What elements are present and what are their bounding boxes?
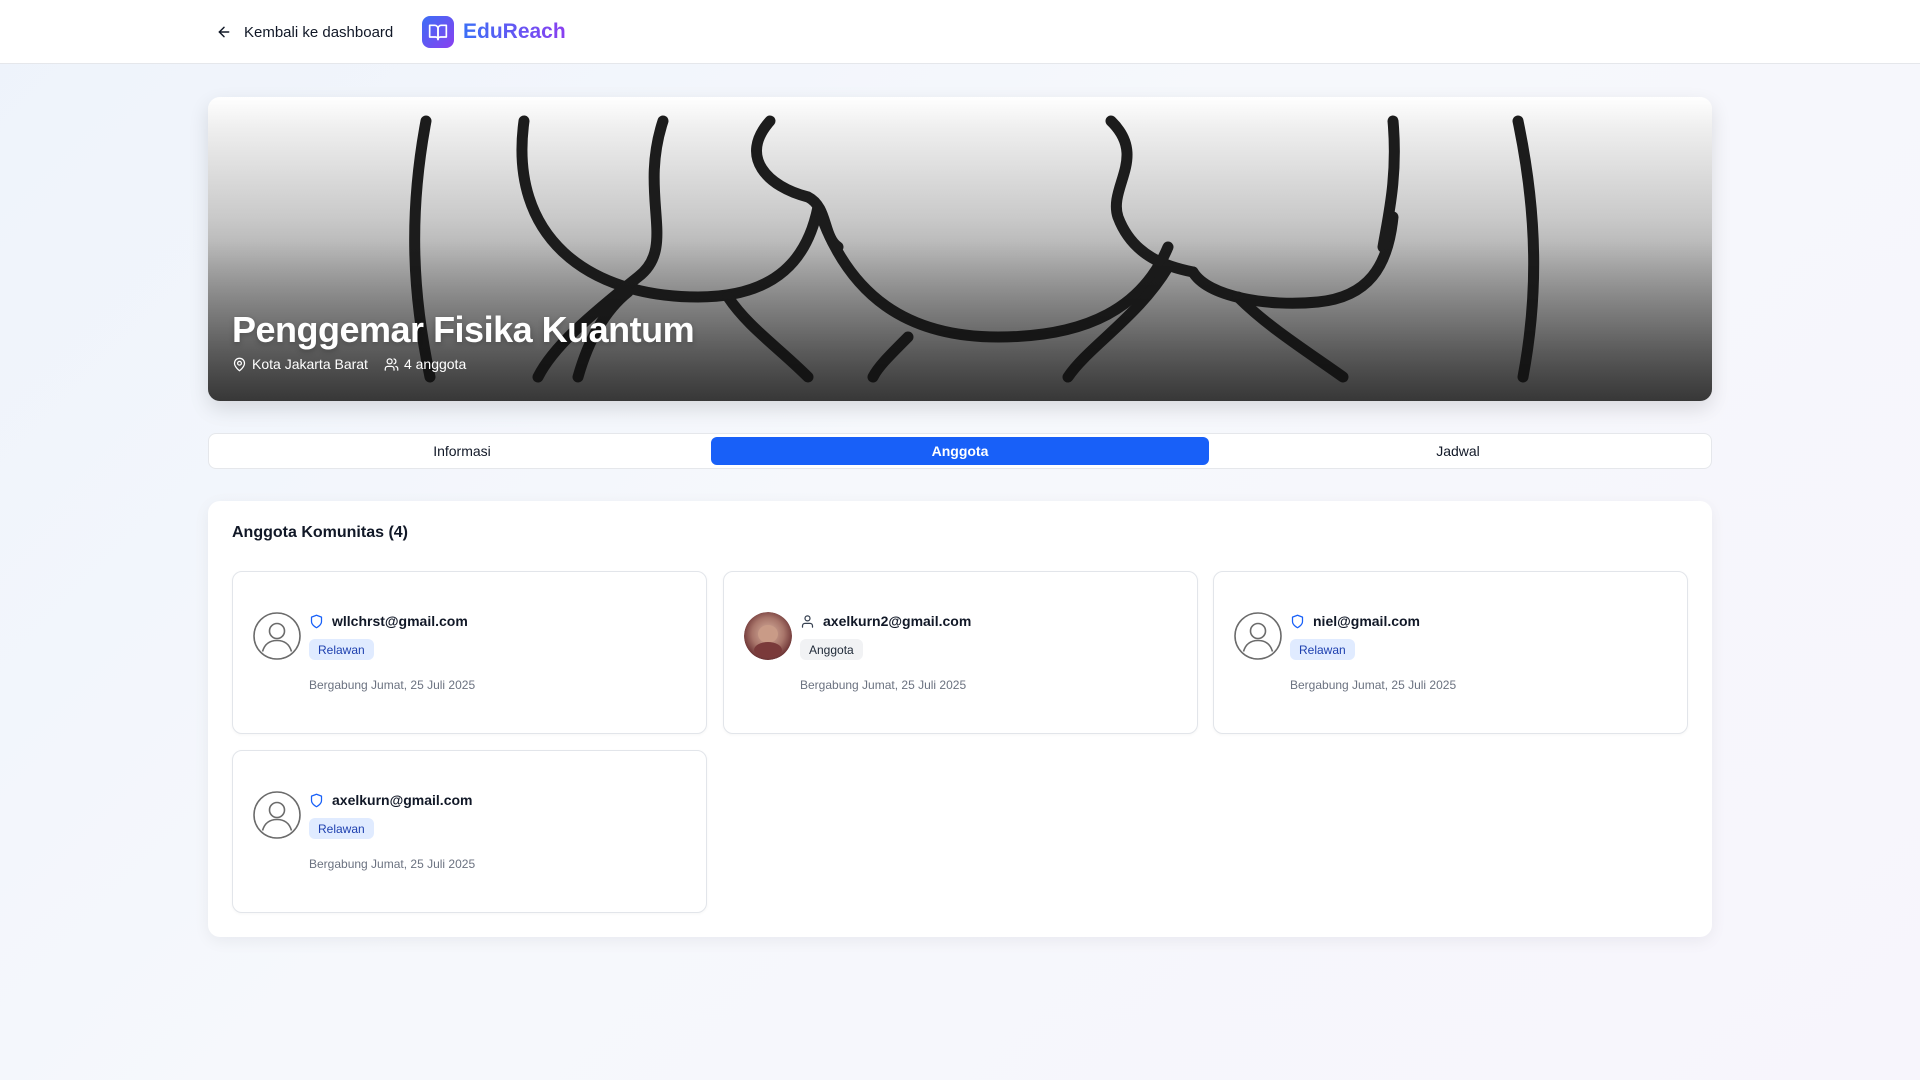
member-email: niel@gmail.com <box>1313 613 1421 629</box>
member-card[interactable]: axelkurn2@gmail.com Anggota Bergabung Ju… <box>723 571 1198 734</box>
member-card[interactable]: wllchrst@gmail.com Relawan Bergabung Jum… <box>232 571 707 734</box>
role-badge: Relawan <box>1290 639 1355 660</box>
member-email: wllchrst@gmail.com <box>332 613 468 629</box>
user-icon <box>801 614 814 628</box>
book-open-icon <box>422 16 454 48</box>
members-panel: Anggota Komunitas (4) wllchrst@gmail.com… <box>208 501 1712 937</box>
member-email-row: niel@gmail.com <box>1290 613 1420 629</box>
photo-avatar <box>744 612 792 660</box>
top-bar: Kembali ke dashboard EduReach <box>0 0 1920 64</box>
default-avatar-icon <box>253 791 301 839</box>
joined-date: Bergabung Jumat, 25 Juli 2025 <box>309 678 476 692</box>
community-tabs: Informasi Anggota Jadwal <box>208 433 1712 469</box>
community-name: Penggemar Fisika Kuantum <box>232 309 695 350</box>
back-link-label: Kembali ke dashboard <box>244 23 394 41</box>
member-email-row: axelkurn2@gmail.com <box>800 613 971 629</box>
tab-jadwal[interactable]: Jadwal <box>1209 437 1707 465</box>
brand-name: EduReach <box>463 20 566 43</box>
tab-anggota[interactable]: Anggota <box>711 437 1209 465</box>
community-meta: Kota Jakarta Barat 4 anggota <box>232 356 466 372</box>
default-avatar-icon <box>1234 612 1282 660</box>
member-email-row: wllchrst@gmail.com <box>309 613 468 629</box>
shield-icon <box>1291 614 1304 628</box>
member-email: axelkurn2@gmail.com <box>823 613 972 629</box>
shield-icon <box>310 793 323 807</box>
community-location: Kota Jakarta Barat <box>232 356 368 372</box>
role-badge: Anggota <box>800 639 863 660</box>
members-count-text: 4 anggota <box>403 356 467 372</box>
shield-icon <box>310 614 323 628</box>
role-badge: Relawan <box>309 639 374 660</box>
joined-date: Bergabung Jumat, 25 Juli 2025 <box>800 678 967 692</box>
back-to-dashboard-link[interactable]: Kembali ke dashboard <box>216 20 393 44</box>
map-pin-icon <box>233 357 246 371</box>
joined-date: Bergabung Jumat, 25 Juli 2025 <box>1290 678 1457 692</box>
member-card[interactable]: axelkurn@gmail.com Relawan Bergabung Jum… <box>232 750 707 913</box>
location-text: Kota Jakarta Barat <box>252 356 368 372</box>
tab-informasi[interactable]: Informasi <box>213 437 711 465</box>
default-avatar-icon <box>253 612 301 660</box>
users-icon <box>384 357 399 371</box>
member-card[interactable]: niel@gmail.com Relawan Bergabung Jumat, … <box>1213 571 1688 734</box>
brand[interactable]: EduReach <box>422 16 566 48</box>
role-badge: Relawan <box>309 818 374 839</box>
members-section-title: Anggota Komunitas (4) <box>232 524 408 541</box>
joined-date: Bergabung Jumat, 25 Juli 2025 <box>309 857 476 871</box>
arrow-left-icon <box>218 26 230 38</box>
community-members-count: 4 anggota <box>384 356 466 372</box>
member-email: axelkurn@gmail.com <box>332 792 473 808</box>
member-email-row: axelkurn@gmail.com <box>309 792 472 808</box>
community-banner: Penggemar Fisika Kuantum Kota Jakarta Ba… <box>208 97 1712 401</box>
